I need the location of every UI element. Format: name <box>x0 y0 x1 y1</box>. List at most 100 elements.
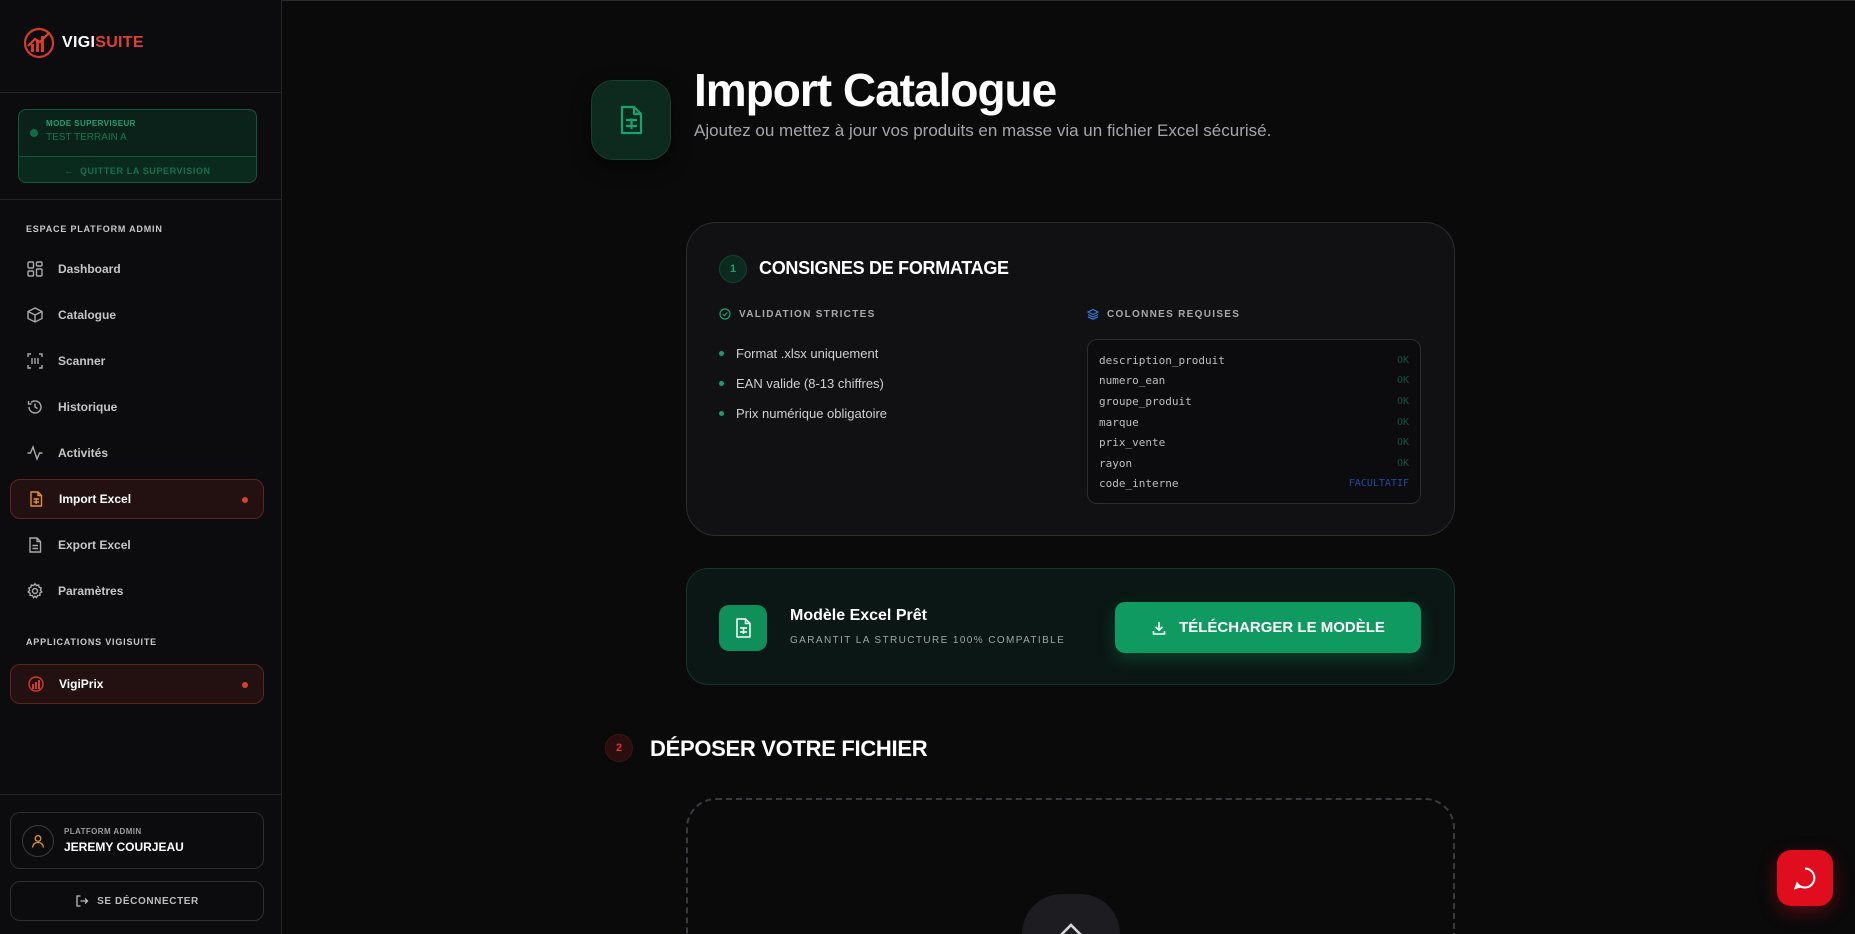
list-item: description_produit OK <box>1099 350 1409 371</box>
brand-name: VIGISUITE <box>62 34 144 52</box>
sidebar-item-catalogue[interactable]: Catalogue <box>10 295 264 335</box>
vigiprix-logo-icon <box>28 676 44 692</box>
active-indicator-dot <box>242 497 248 503</box>
sidebar-item-label: Scanner <box>58 354 106 368</box>
sidebar-item-activites[interactable]: Activités <box>10 433 264 473</box>
spreadsheet-icon <box>620 105 643 135</box>
supervisor-panel: MODE SUPERVISEUR TEST TERRAIN A ← QUITTE… <box>18 109 257 183</box>
download-icon <box>1152 621 1166 635</box>
scan-icon <box>27 353 43 369</box>
spreadsheet-icon <box>30 491 43 507</box>
formatting-guidelines-card: 1 CONSIGNES DE FORMATAGE VALIDATION STRI… <box>686 222 1455 536</box>
sidebar-divider <box>0 92 282 93</box>
check-circle-icon <box>719 308 731 320</box>
sidebar-item-label: Paramètres <box>58 584 124 598</box>
template-download-card: Modèle Excel Prêt GARANTIT LA STRUCTURE … <box>686 568 1455 685</box>
layers-icon <box>1087 308 1099 320</box>
bullet-dot <box>719 380 724 386</box>
brand-name-part2: SUITE <box>95 34 144 51</box>
user-card[interactable]: PLATFORM ADMIN JEREMY COURJEAU <box>10 812 264 869</box>
brand-name-part1: VIGI <box>62 34 96 51</box>
activity-icon <box>27 445 43 461</box>
logout-icon <box>76 895 89 907</box>
sidebar-item-import-excel[interactable]: Import Excel <box>10 479 264 519</box>
column-status: OK <box>1396 375 1409 387</box>
sidebar-item-label: Catalogue <box>58 308 117 322</box>
user-icon <box>31 834 45 848</box>
column-name: marque <box>1099 415 1139 429</box>
download-template-label: TÉLÉCHARGER LE MODÈLE <box>1179 619 1385 636</box>
list-item: EAN valide (8-13 chiffres) <box>719 368 887 398</box>
template-title: Modèle Excel Prêt <box>790 607 927 624</box>
sidebar-item-label: Activités <box>58 446 109 460</box>
user-name: JEREMY COURJEAU <box>64 840 184 854</box>
supervisor-label: MODE SUPERVISEUR <box>46 119 136 128</box>
rule-text: Prix numérique obligatoire <box>736 405 888 421</box>
app-indicator-dot <box>242 682 248 688</box>
dashboard-icon <box>27 261 43 277</box>
list-item: groupe_produit OK <box>1099 391 1409 412</box>
sidebar-item-export-excel[interactable]: Export Excel <box>10 525 264 565</box>
sidebar-app-vigiprix[interactable]: VigiPrix <box>10 664 264 704</box>
rule-text: Format .xlsx uniquement <box>736 345 879 361</box>
header-badge <box>591 80 671 160</box>
column-name: numero_ean <box>1099 374 1166 388</box>
list-item: Prix numérique obligatoire <box>719 398 887 428</box>
history-icon <box>27 400 42 414</box>
validation-heading-label: VALIDATION STRICTES <box>739 308 876 320</box>
column-status: OK <box>1396 457 1409 469</box>
logout-button[interactable]: SE DÉCONNECTER <box>10 881 264 921</box>
column-name: prix_vente <box>1099 436 1166 450</box>
spreadsheet-icon <box>736 618 751 638</box>
app-root: VIGISUITE MODE SUPERVISEUR TEST TERRAIN … <box>0 0 1855 934</box>
sidebar-item-parametres[interactable]: Paramètres <box>10 571 264 611</box>
box-icon <box>27 307 43 323</box>
rule-text: EAN valide (8-13 chiffres) <box>736 375 884 391</box>
sidebar-item-historique[interactable]: Historique <box>10 387 264 427</box>
column-status: OK <box>1396 354 1409 366</box>
supervisor-name: TEST TERRAIN A <box>46 132 127 143</box>
step-badge-1: 1 <box>719 255 747 283</box>
column-status: OK <box>1396 395 1409 407</box>
chat-support-button[interactable] <box>1777 850 1833 906</box>
formatting-title: CONSIGNES DE FORMATAGE <box>759 258 1009 278</box>
list-item: rayon OK <box>1099 453 1409 474</box>
list-item: marque OK <box>1099 412 1409 433</box>
sidebar-item-dashboard[interactable]: Dashboard <box>10 249 264 289</box>
supervisor-status-dot <box>30 129 38 137</box>
required-columns-list: description_produit OK numero_ean OK group… <box>1087 339 1421 504</box>
arrow-left-icon: ← <box>64 165 74 176</box>
quit-supervision-label: QUITTER LA SUPERVISION <box>79 165 211 176</box>
sidebar-item-label: Dashboard <box>58 262 121 276</box>
bullet-dot <box>719 350 724 356</box>
download-template-button[interactable]: TÉLÉCHARGER LE MODÈLE <box>1115 602 1421 653</box>
list-item: Format .xlsx uniquement <box>719 338 887 368</box>
user-role: PLATFORM ADMIN <box>64 827 142 836</box>
validation-rules-list: Format .xlsx uniquement EAN valide (8-13… <box>719 338 887 428</box>
sidebar-item-scanner[interactable]: Scanner <box>10 341 264 381</box>
gear-icon <box>27 582 43 599</box>
validation-heading: VALIDATION STRICTES <box>719 308 876 320</box>
drop-section-title: DÉPOSER VOTRE FICHIER <box>650 736 928 761</box>
column-status: OK <box>1396 416 1409 428</box>
sidebar-section-apps: APPLICATIONS VIGISUITE <box>26 637 157 647</box>
page-subtitle: Ajoutez ou mettez à jour vos produits en… <box>694 121 1272 140</box>
chat-bubble-icon <box>1793 867 1816 890</box>
sidebar-section-admin: ESPACE PLATFORM ADMIN <box>26 224 163 234</box>
list-item: prix_vente OK <box>1099 432 1409 453</box>
sidebar-item-label: VigiPrix <box>59 677 104 691</box>
document-icon <box>29 537 42 553</box>
sidebar: VIGISUITE MODE SUPERVISEUR TEST TERRAIN … <box>0 0 282 934</box>
column-name: rayon <box>1099 456 1133 470</box>
logout-label: SE DÉCONNECTER <box>97 895 199 907</box>
main-content: Import Catalogue Ajoutez ou mettez à jou… <box>282 0 1855 934</box>
list-item: code_interne FACULTATIF <box>1099 474 1409 495</box>
template-subtitle: GARANTIT LA STRUCTURE 100% COMPATIBLE <box>790 635 1066 646</box>
quit-supervision-button[interactable]: ← QUITTER LA SUPERVISION <box>19 156 256 182</box>
columns-heading: COLONNES REQUISES <box>1087 308 1240 320</box>
bullet-dot <box>719 410 724 416</box>
sidebar-item-label: Import Excel <box>59 492 132 506</box>
upload-icon <box>1060 923 1082 934</box>
page-title: Import Catalogue <box>694 64 1057 116</box>
brand-logo[interactable]: VIGISUITE <box>22 26 144 60</box>
